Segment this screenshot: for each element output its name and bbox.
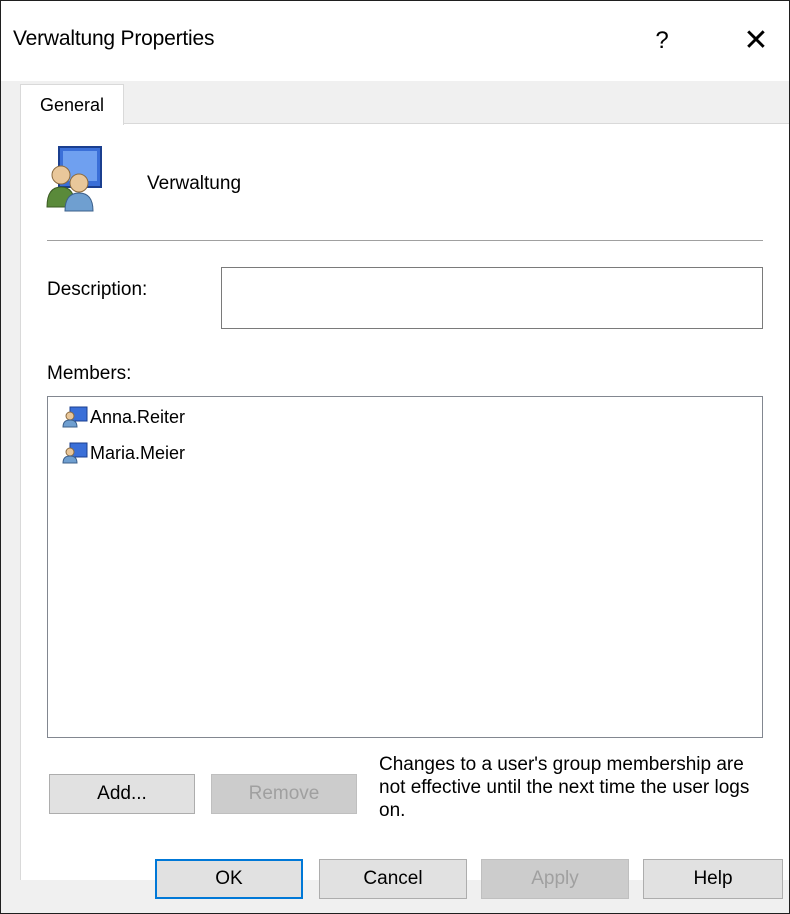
ok-button[interactable]: OK (155, 859, 303, 899)
window-title: Verwaltung Properties (13, 27, 215, 50)
help-title-button[interactable]: ? (637, 19, 687, 63)
member-name: Anna.Reiter (90, 407, 186, 427)
members-label: Members: (47, 363, 132, 384)
member-list-item[interactable]: Anna.Reiter (62, 405, 185, 429)
properties-dialog: Verwaltung Properties ? ✕ General Verwal… (0, 0, 790, 914)
group-name: Verwaltung (147, 173, 242, 194)
title-bar: Verwaltung Properties ? ✕ (1, 1, 789, 81)
add-member-button[interactable]: Add... (49, 774, 195, 814)
description-label: Description: (47, 279, 148, 300)
separator (47, 240, 763, 241)
tab-general[interactable]: General (20, 84, 124, 125)
remove-member-button[interactable]: Remove (211, 774, 357, 814)
user-icon (62, 406, 88, 428)
user-icon (62, 442, 88, 464)
description-input[interactable] (221, 267, 763, 329)
help-button[interactable]: Help (643, 859, 783, 899)
apply-button[interactable]: Apply (481, 859, 629, 899)
members-list[interactable]: Anna.Reiter Maria.Meier (47, 396, 763, 738)
user-group-icon (46, 146, 102, 212)
cancel-button[interactable]: Cancel (319, 859, 467, 899)
close-button[interactable]: ✕ (731, 19, 781, 63)
member-name: Maria.Meier (90, 443, 186, 463)
membership-note: Changes to a user's group membership are… (379, 754, 750, 821)
member-list-item[interactable]: Maria.Meier (62, 441, 185, 465)
